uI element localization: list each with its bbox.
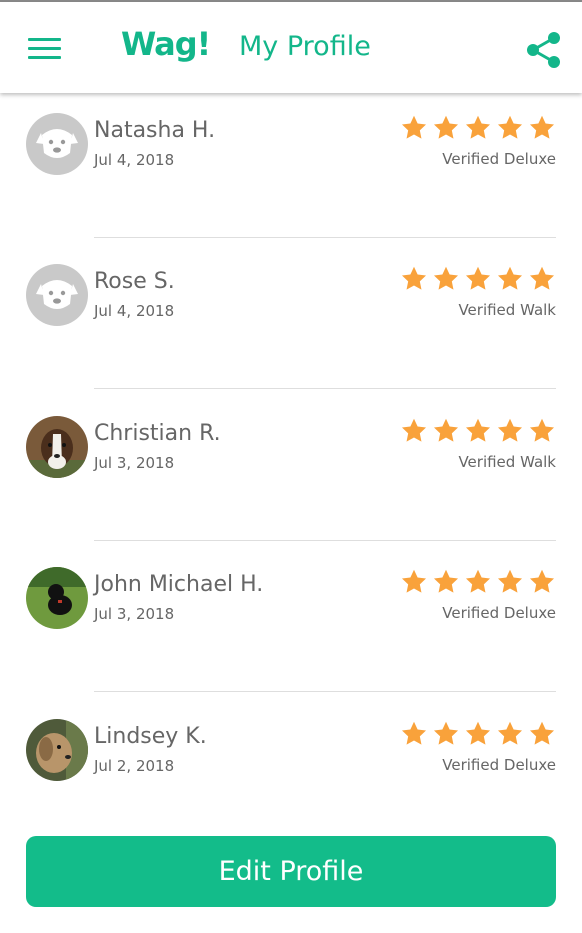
review-date: Jul 2, 2018 <box>94 757 175 775</box>
review-item[interactable]: Rose S. Jul 4, 2018 Verified Walk <box>0 244 582 394</box>
star-icon <box>529 266 555 290</box>
service-type: Verified Walk <box>458 453 556 471</box>
star-icon <box>433 266 459 290</box>
default-dog-avatar <box>26 264 88 326</box>
star-icon <box>465 721 491 745</box>
reviewer-name: John Michael H. <box>94 572 264 597</box>
star-rating <box>400 417 556 445</box>
app-header: Wag! My Profile <box>0 2 582 93</box>
divider <box>94 388 556 389</box>
dog-photo-avatar <box>26 719 88 781</box>
page-title: My Profile <box>239 31 371 62</box>
star-icon <box>433 721 459 745</box>
star-rating <box>400 720 556 748</box>
star-icon <box>465 266 491 290</box>
service-type: Verified Deluxe <box>442 604 556 622</box>
service-type: Verified Walk <box>458 301 556 319</box>
menu-icon-bar <box>28 56 61 59</box>
star-rating <box>400 265 556 293</box>
divider <box>94 540 556 541</box>
wag-logo: Wag! <box>121 25 211 63</box>
star-icon <box>497 418 523 442</box>
edit-profile-button[interactable]: Edit Profile <box>26 836 556 907</box>
dog-photo-avatar <box>26 567 88 629</box>
star-icon <box>401 569 427 593</box>
star-icon <box>401 418 427 442</box>
review-date: Jul 3, 2018 <box>94 605 175 623</box>
star-icon <box>497 569 523 593</box>
star-icon <box>497 266 523 290</box>
menu-icon-bar <box>28 47 61 50</box>
reviewer-name: Lindsey K. <box>94 724 207 749</box>
star-icon <box>529 115 555 139</box>
review-date: Jul 4, 2018 <box>94 151 175 169</box>
share-icon <box>527 32 560 68</box>
star-icon <box>529 721 555 745</box>
star-icon <box>465 569 491 593</box>
menu-button[interactable] <box>28 35 62 61</box>
dog-photo-avatar <box>26 416 88 478</box>
star-icon <box>465 418 491 442</box>
star-icon <box>465 115 491 139</box>
review-date: Jul 3, 2018 <box>94 454 175 472</box>
star-icon <box>433 569 459 593</box>
star-icon <box>497 721 523 745</box>
menu-icon <box>28 38 61 41</box>
review-item[interactable]: Natasha H. Jul 4, 2018 Verified Deluxe <box>0 93 582 243</box>
star-rating <box>400 114 556 142</box>
star-icon <box>401 115 427 139</box>
review-item[interactable]: Lindsey K. Jul 2, 2018 Verified Deluxe <box>0 699 582 849</box>
star-rating <box>400 568 556 596</box>
star-icon <box>529 418 555 442</box>
reviewer-name: Rose S. <box>94 269 175 294</box>
reviewer-name: Natasha H. <box>94 118 216 143</box>
review-date: Jul 4, 2018 <box>94 302 175 320</box>
star-icon <box>529 569 555 593</box>
default-dog-avatar <box>26 113 88 175</box>
service-type: Verified Deluxe <box>442 756 556 774</box>
review-item[interactable]: Christian R. Jul 3, 2018 Verified Walk <box>0 396 582 546</box>
star-icon <box>497 115 523 139</box>
service-type: Verified Deluxe <box>442 150 556 168</box>
share-button[interactable] <box>524 31 564 69</box>
reviewer-name: Christian R. <box>94 421 221 446</box>
star-icon <box>433 115 459 139</box>
star-icon <box>401 721 427 745</box>
divider <box>94 691 556 692</box>
divider <box>94 237 556 238</box>
star-icon <box>433 418 459 442</box>
review-item[interactable]: John Michael H. Jul 3, 2018 Verified Del… <box>0 547 582 697</box>
star-icon <box>401 266 427 290</box>
